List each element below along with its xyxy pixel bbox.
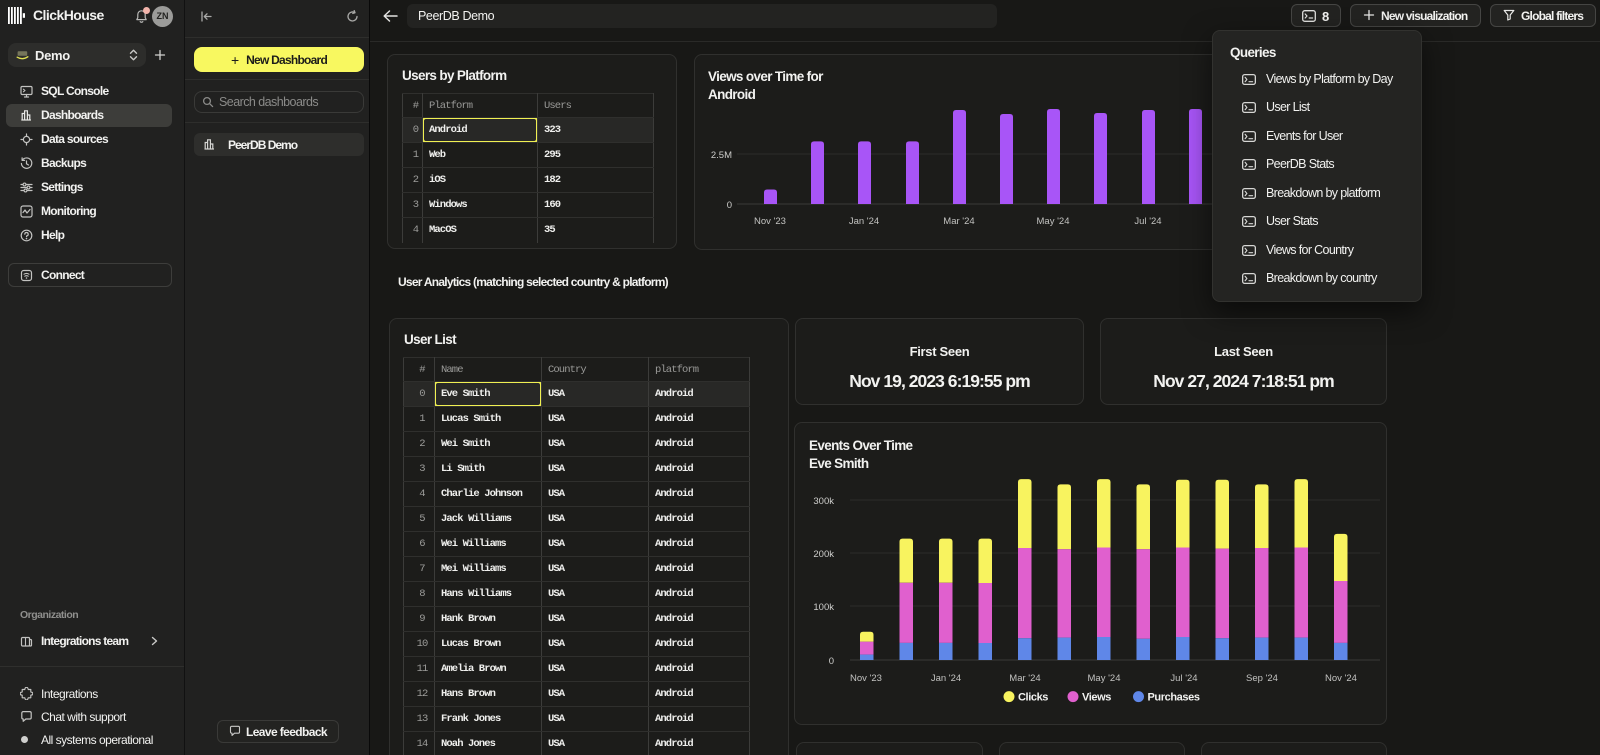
svg-text:Jul '24: Jul '24 bbox=[1170, 673, 1197, 684]
svg-text:0: 0 bbox=[829, 656, 834, 667]
svg-text:Mar '24: Mar '24 bbox=[943, 216, 974, 227]
svg-text:Purchases: Purchases bbox=[1148, 692, 1200, 704]
svg-text:100k: 100k bbox=[813, 602, 834, 613]
svg-text:Clicks: Clicks bbox=[1018, 692, 1048, 704]
svg-text:Sep '24: Sep '24 bbox=[1246, 673, 1278, 684]
svg-text:200k: 200k bbox=[813, 549, 834, 560]
svg-text:Jan '24: Jan '24 bbox=[931, 673, 961, 684]
svg-text:300k: 300k bbox=[813, 496, 834, 507]
svg-text:Nov '23: Nov '23 bbox=[850, 673, 882, 684]
svg-text:Jul '24: Jul '24 bbox=[1134, 216, 1161, 227]
svg-text:Nov '23: Nov '23 bbox=[754, 216, 786, 227]
svg-text:Nov '24: Nov '24 bbox=[1325, 673, 1357, 684]
svg-text:Mar '24: Mar '24 bbox=[1009, 673, 1040, 684]
svg-text:Views: Views bbox=[1082, 692, 1111, 704]
svg-text:2.5M: 2.5M bbox=[711, 150, 732, 161]
svg-text:0: 0 bbox=[727, 200, 732, 211]
svg-text:May '24: May '24 bbox=[1037, 216, 1070, 227]
svg-text:Jan '24: Jan '24 bbox=[849, 216, 879, 227]
svg-text:May '24: May '24 bbox=[1088, 673, 1121, 684]
